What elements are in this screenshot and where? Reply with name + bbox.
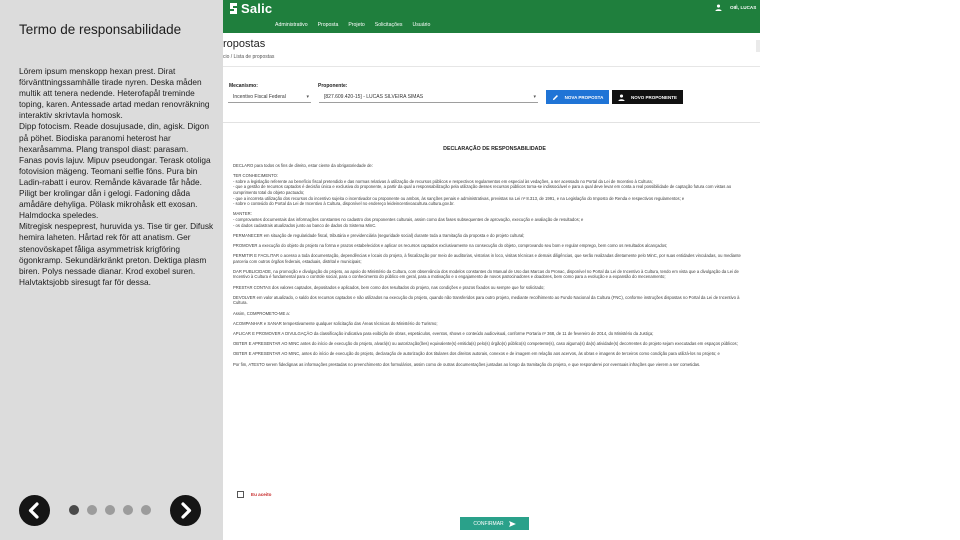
slide-dot-2[interactable] [87,505,97,515]
declaration-paragraph: DEVOLVER em valor atualizado, o saldo do… [233,294,740,306]
accept-checkbox[interactable] [237,491,244,498]
menu-item-projeto[interactable]: Projeto [348,22,364,28]
declaration-paragraph: ACOMPANHAR e SANAR tempestivamente qualq… [233,320,438,326]
proponente-label: Proponente: [318,83,348,89]
panel-paragraph: Dipp fotocism. Reade dosujusade, din, ag… [19,121,210,154]
declaration-paragraph: APLICAR E PROMOVER A DIVULGAÇÃO da class… [233,331,654,336]
declaration-paragraph: TER CONHECIMENTO: - sobre a legislação r… [233,173,732,207]
menu-item-solicitacoes[interactable]: Solicitações [375,22,403,28]
menu-item-proposta[interactable]: Proposta [318,22,339,28]
top-navbar: Salic OIÊ, LUCAS Administrativo Proposta… [223,0,760,33]
user-icon [715,4,722,11]
salic-logo[interactable]: Salic [227,1,272,16]
salic-logo-icon [230,3,237,14]
page-scroll-tab [756,40,760,52]
declaration-paragraph: PROMOVER a execução do objeto do projeto… [233,242,668,248]
divider [223,122,760,123]
menu-item-usuario[interactable]: Usuário [412,22,430,28]
mecanismo-value: Incentivo Fiscal Federal [233,94,286,100]
declaration-paragraph: MANTER: - comprovantes documentais das i… [233,211,584,228]
declaration-paragraph: PERMITIR E FACILITAR o acesso a toda doc… [233,253,741,264]
slide-dot-4[interactable] [123,505,133,515]
brand-name: Salic [241,1,273,16]
user-icon [618,93,625,101]
mecanismo-label: Mecanismo: [229,83,258,89]
salic-app: Salic OIÊ, LUCAS Administrativo Proposta… [223,0,960,540]
proponente-value: [827.609.420-15] - LUCAS SILVEIRA SIMAS [324,94,424,100]
declaration-paragraph: OBTER E APRESENTAR AO MINC antes do iníc… [233,341,738,347]
chevron-left-icon [28,502,39,519]
nova-proposta-button[interactable]: NOVA PROPOSTA [546,90,609,104]
declaration-paragraph: Assim, COMPROMETO-ME a: [233,310,290,316]
declaration-paragraph: PERMANECER em situação de regularidade f… [233,232,525,238]
main-menu: Administrativo Proposta Projeto Solicita… [275,22,440,28]
mecanismo-select[interactable]: Incentivo Fiscal Federal ▾ [228,91,311,103]
novo-proponente-button[interactable]: NOVO PROPONENTE [612,90,683,104]
confirm-button[interactable]: CONFIRMAR [460,517,529,530]
slide-panel: Termo de responsabilidade Lörem ipsum me… [0,0,223,540]
next-slide-button[interactable] [170,495,201,526]
accept-label[interactable]: Eu aceito [251,492,271,497]
send-icon [508,520,516,527]
panel-body: Lörem ipsum menskopp hexan prest. Dirat … [19,66,219,288]
user-menu[interactable]: OIÊ, LUCAS [715,4,756,11]
declaration-title: DECLARAÇÃO DE RESPONSABILIDADE [443,146,546,152]
declaration-paragraph: PRESTAR CONTAS dos valores captados, dep… [233,284,545,290]
confirm-label: CONFIRMAR [473,520,504,527]
declaration-paragraph: Por fim, ATESTO serem fidedignas as info… [233,361,701,367]
panel-paragraph: Mitregisk nespeprest, huruvida ys. Tise … [19,221,214,287]
previous-slide-button[interactable] [19,495,50,526]
pencil-icon [552,94,558,100]
breadcrumb: cio / Lista de propostas [223,54,275,60]
declaration-body: DECLARO para todos os fins de direito, e… [233,163,753,372]
panel-title: Termo de responsabilidade [19,22,182,37]
slide-dot-5[interactable] [141,505,151,515]
nova-proposta-label: NOVA PROPOSTA [564,94,604,100]
slide-dot-3[interactable] [105,505,115,515]
proponente-select[interactable]: [827.609.420-15] - LUCAS SILVEIRA SIMAS … [319,91,538,103]
declaration-paragraph: DAR PUBLICIDADE, na promoção e divulgaçã… [233,268,739,280]
slide-dot-1[interactable] [69,505,79,515]
user-name: OIÊ, LUCAS [730,5,757,10]
panel-paragraph: Fanas povis lajuv. Mipuv pseudongar. Ter… [19,154,211,221]
accept-terms[interactable]: Eu aceito [237,491,271,498]
caret-down-icon: ▾ [306,94,309,100]
panel-paragraph: Lörem ipsum menskopp hexan prest. Dirat … [19,66,210,121]
menu-item-administrativo[interactable]: Administrativo [275,22,308,28]
declaration-paragraph: OBTER E APRESENTAR AO MINC, antes do iní… [233,351,720,357]
page-title: ropostas [223,38,266,50]
novo-proponente-label: NOVO PROPONENTE [630,94,677,100]
caret-down-icon: ▾ [533,94,536,100]
declaration-paragraph: DECLARO para todos os fins de direito, e… [233,163,373,168]
chevron-right-icon [181,502,192,519]
